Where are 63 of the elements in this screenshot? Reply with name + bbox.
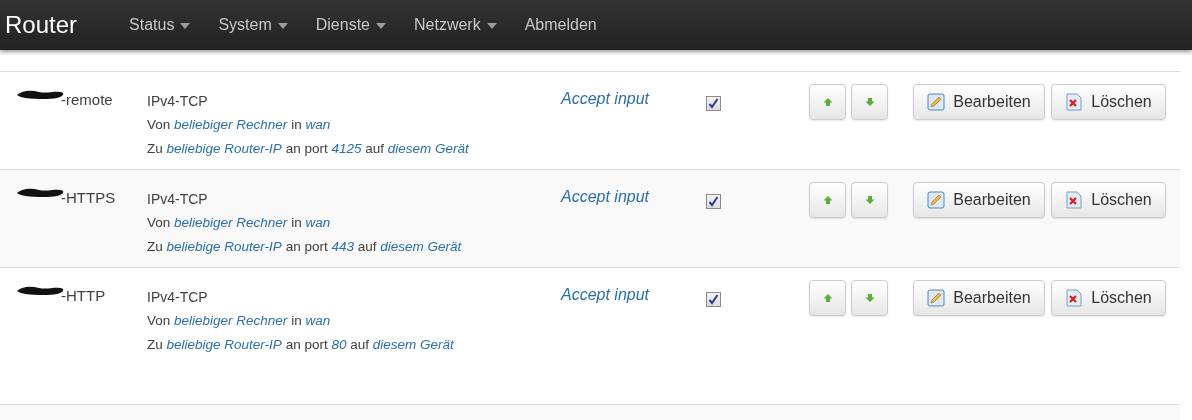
match-description: Von beliebiger Rechner in wan bbox=[147, 312, 331, 330]
move-down-button[interactable] bbox=[851, 182, 888, 218]
edit-button[interactable]: Bearbeiten bbox=[913, 182, 1045, 218]
delete-button[interactable]: Löschen bbox=[1051, 84, 1166, 120]
match-description: Zu beliebige Router-IP an port 80 auf diesem Gerät bbox=[147, 336, 454, 354]
rule-name: -HTTP bbox=[61, 286, 106, 306]
link[interactable]: beliebiger Rechner bbox=[174, 313, 288, 328]
match-description: Von beliebiger Rechner in wan bbox=[147, 214, 331, 232]
link[interactable]: wan bbox=[305, 313, 331, 328]
nav-menu-item[interactable]: Status bbox=[115, 13, 205, 37]
match-description: Zu beliebige Router-IP an port 443 auf diesem Gerät bbox=[147, 238, 462, 256]
link[interactable]: beliebiger Rechner bbox=[174, 215, 288, 230]
delete-icon bbox=[1065, 289, 1084, 307]
brand-title[interactable]: Router bbox=[0, 7, 116, 43]
arrow-down-icon bbox=[864, 97, 875, 107]
link[interactable]: diesem Gerät bbox=[372, 337, 454, 352]
link[interactable]: diesem Gerät bbox=[387, 141, 469, 156]
delete-icon bbox=[1065, 93, 1084, 111]
action-link[interactable]: Accept input bbox=[561, 286, 650, 303]
move-down-button[interactable] bbox=[851, 280, 888, 316]
link[interactable]: beliebige Router-IP bbox=[166, 141, 282, 156]
link[interactable]: 4125 bbox=[331, 141, 362, 156]
nav-menu-item[interactable]: Abmelden bbox=[510, 13, 611, 37]
enable-checkbox[interactable] bbox=[706, 292, 721, 307]
move-up-button[interactable] bbox=[809, 182, 846, 218]
link[interactable]: 443 bbox=[331, 239, 354, 254]
link[interactable]: beliebige Router-IP bbox=[166, 337, 282, 352]
move-up-button[interactable] bbox=[809, 280, 846, 316]
nav-menu-item[interactable]: System bbox=[204, 13, 302, 37]
rule-name: -remote bbox=[61, 90, 113, 110]
link[interactable]: 80 bbox=[331, 337, 347, 352]
link[interactable]: wan bbox=[305, 215, 331, 230]
move-up-button[interactable] bbox=[809, 84, 846, 120]
link[interactable]: wan bbox=[305, 117, 331, 132]
match-description: Von beliebiger Rechner in wan bbox=[147, 116, 331, 134]
arrow-down-icon bbox=[864, 195, 875, 205]
rule-name: -HTTPS bbox=[61, 188, 116, 208]
arrow-up-icon bbox=[822, 293, 833, 303]
protocol-text: IPv4-TCP bbox=[147, 92, 208, 111]
link[interactable]: beliebige Router-IP bbox=[166, 239, 282, 254]
edit-icon bbox=[927, 93, 946, 111]
nav-menu-item[interactable]: Netzwerk bbox=[400, 13, 511, 37]
edit-icon bbox=[927, 289, 946, 307]
arrow-down-icon bbox=[864, 293, 875, 303]
edit-icon bbox=[927, 191, 946, 209]
enable-checkbox[interactable] bbox=[706, 194, 721, 209]
delete-button[interactable]: Löschen bbox=[1051, 182, 1166, 218]
match-description: Zu beliebige Router-IP an port 4125 auf diesem Gerät bbox=[147, 140, 469, 158]
protocol-text: IPv4-TCP bbox=[147, 190, 208, 209]
arrow-up-icon bbox=[822, 195, 833, 205]
delete-icon bbox=[1065, 191, 1084, 209]
arrow-up-icon bbox=[822, 97, 833, 107]
action-link[interactable]: Accept input bbox=[561, 90, 650, 107]
edit-button[interactable]: Bearbeiten bbox=[913, 84, 1045, 120]
link[interactable]: beliebiger Rechner bbox=[174, 117, 288, 132]
link[interactable]: diesem Gerät bbox=[380, 239, 462, 254]
protocol-text: IPv4-TCP bbox=[147, 288, 208, 307]
enable-checkbox[interactable] bbox=[706, 96, 721, 111]
move-down-button[interactable] bbox=[851, 84, 888, 120]
action-link[interactable]: Accept input bbox=[561, 188, 650, 205]
nav-menu-item[interactable]: Dienste bbox=[301, 13, 400, 37]
edit-button[interactable]: Bearbeiten bbox=[913, 280, 1045, 316]
delete-button[interactable]: Löschen bbox=[1051, 280, 1166, 316]
